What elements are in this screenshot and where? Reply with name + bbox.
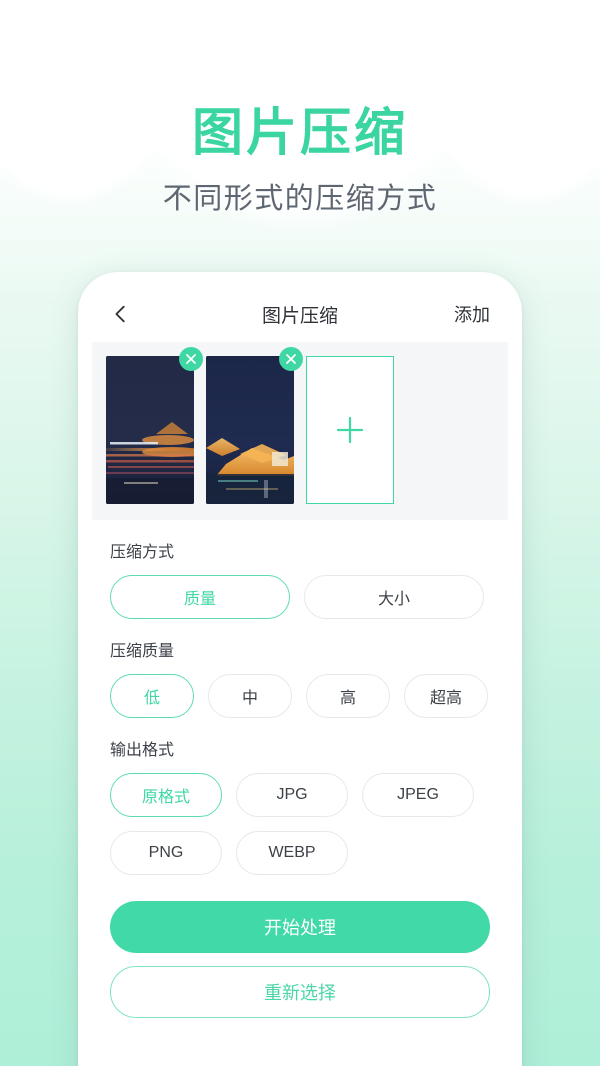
promo-page: 图片压缩 不同形式的压缩方式 图片压缩 添加 压缩方式 质量 大小 压缩质量 低… <box>0 0 600 1066</box>
section-output-format: 输出格式 原格式 JPG JPEG PNG WEBP <box>110 718 490 875</box>
option-row: 原格式 JPG JPEG PNG WEBP <box>110 773 490 875</box>
app-bar: 图片压缩 添加 <box>92 286 508 342</box>
section-compression-quality: 压缩质量 低 中 高 超高 <box>110 619 490 718</box>
option-size[interactable]: 大小 <box>304 575 484 619</box>
app-bar-title: 图片压缩 <box>261 305 338 327</box>
option-jpg[interactable]: JPG <box>236 773 348 817</box>
page-subtitle: 不同形式的压缩方式 <box>162 183 438 216</box>
add-button[interactable]: 添加 <box>454 301 490 327</box>
options-area: 压缩方式 质量 大小 压缩质量 低 中 高 超高 输出格式 原格式 JPG JP… <box>92 520 508 875</box>
option-png[interactable]: PNG <box>110 831 222 875</box>
thumbnail-strip <box>92 342 508 520</box>
option-webp[interactable]: WEBP <box>236 831 348 875</box>
start-process-button[interactable]: 开始处理 <box>110 901 490 953</box>
section-label: 压缩质量 <box>110 643 175 660</box>
thumbnail-photo-1 <box>106 356 194 504</box>
close-icon <box>286 354 296 364</box>
option-quality[interactable]: 质量 <box>110 575 290 619</box>
section-compression-mode: 压缩方式 质量 大小 <box>110 520 490 619</box>
thumbnail-photo-2 <box>206 356 294 504</box>
delete-thumbnail-button[interactable] <box>279 347 303 371</box>
reselect-button[interactable]: 重新选择 <box>110 966 490 1018</box>
option-medium[interactable]: 中 <box>208 674 292 718</box>
hero-text-block: 图片压缩 不同形式的压缩方式 <box>0 104 600 217</box>
back-button[interactable] <box>110 303 132 325</box>
action-buttons: 开始处理 重新选择 <box>92 875 508 1018</box>
phone-screen: 图片压缩 添加 压缩方式 质量 大小 压缩质量 低 中 高 超高 输出格式 原格… <box>92 286 508 1066</box>
thumbnail-item[interactable] <box>106 347 203 504</box>
option-original-format[interactable]: 原格式 <box>110 773 222 817</box>
section-label: 压缩方式 <box>110 544 175 561</box>
chevron-left-icon <box>115 305 125 323</box>
section-label: 输出格式 <box>110 742 175 759</box>
delete-thumbnail-button[interactable] <box>179 347 203 371</box>
thumbnail-item[interactable] <box>206 347 303 504</box>
option-ultra-high[interactable]: 超高 <box>404 674 488 718</box>
option-row: 质量 大小 <box>110 575 490 619</box>
option-low[interactable]: 低 <box>110 674 194 718</box>
option-row: 低 中 高 超高 <box>110 674 490 718</box>
plus-icon <box>336 416 364 444</box>
phone-mockup: 图片压缩 添加 压缩方式 质量 大小 压缩质量 低 中 高 超高 输出格式 原格… <box>78 272 522 1066</box>
page-title: 图片压缩 <box>191 104 408 161</box>
option-high[interactable]: 高 <box>306 674 390 718</box>
option-jpeg[interactable]: JPEG <box>362 773 474 817</box>
add-image-tile[interactable] <box>306 356 394 504</box>
close-icon <box>186 354 196 364</box>
